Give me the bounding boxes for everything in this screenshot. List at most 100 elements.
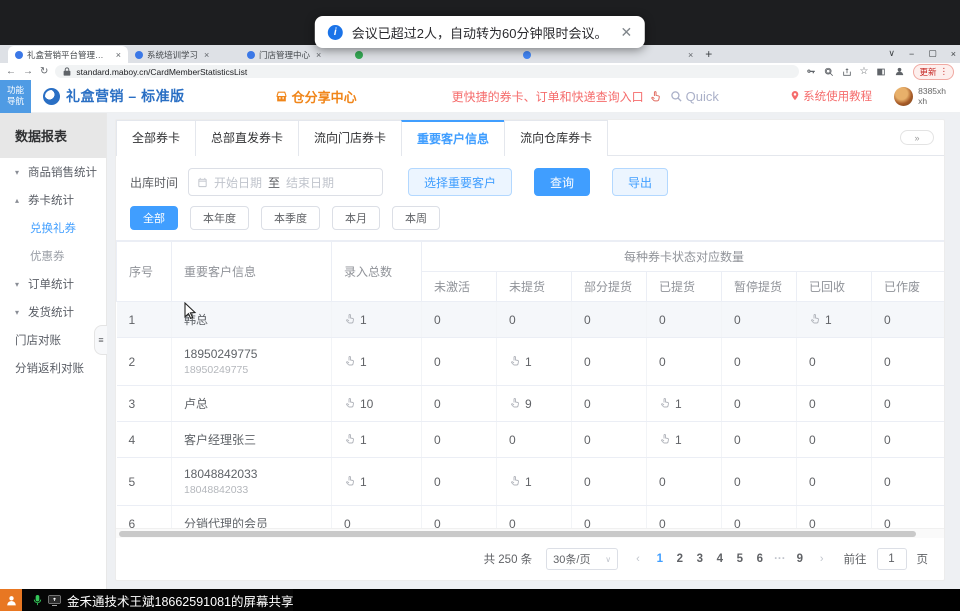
cell-seq: 3: [117, 386, 172, 422]
window-close-button[interactable]: ×: [951, 49, 956, 59]
table-row[interactable]: 3卢总100901000: [117, 386, 945, 422]
refresh-icon[interactable]: ↻: [40, 67, 48, 77]
sidebar-item-券卡统计[interactable]: ▴券卡统计: [0, 186, 106, 214]
browser-tab[interactable]: 系统培训学习×: [128, 46, 240, 63]
page-size-select[interactable]: 30条/页 ∨: [546, 548, 618, 570]
url-input[interactable]: standard.maboy.cn/CardMemberStatisticsLi…: [55, 65, 798, 78]
tab-流向门店券卡[interactable]: 流向门店券卡: [298, 120, 402, 156]
page-number[interactable]: 5: [730, 553, 750, 565]
table-row[interactable]: 6分销代理的会员00000000: [117, 506, 945, 529]
sidebar-item-商品销售统计[interactable]: ▾商品销售统计: [0, 158, 106, 186]
back-icon[interactable]: ←: [6, 67, 16, 77]
sidebar-item-发货统计[interactable]: ▾发货统计: [0, 298, 106, 326]
quick-filter-本周[interactable]: 本周: [392, 206, 440, 230]
quick-filter-本季度[interactable]: 本季度: [261, 206, 320, 230]
cell-total[interactable]: 1: [332, 338, 422, 386]
zoom-icon[interactable]: [824, 67, 834, 77]
tab-close-icon[interactable]: ×: [204, 50, 209, 60]
page-number[interactable]: 3: [690, 553, 710, 565]
app-header: 功能 导航 礼盒营销 – 标准版 仓分享中心 更快捷的券卡、订单和快递查询入口 …: [0, 80, 960, 113]
cell-total[interactable]: 10: [332, 386, 422, 422]
select-customer-button[interactable]: 选择重要客户: [408, 168, 512, 196]
window-minimize-button[interactable]: −: [909, 49, 914, 59]
next-page-button[interactable]: ›: [816, 553, 828, 565]
sidebar-item-兑换礼券[interactable]: 兑换礼券: [0, 214, 106, 242]
col-header-status: 未提货: [497, 272, 572, 302]
quick-entry-link[interactable]: 更快捷的券卡、订单和快递查询入口: [452, 88, 662, 105]
tutorial-link[interactable]: 系统使用教程: [790, 88, 872, 104]
cell-status[interactable]: 1: [647, 422, 722, 458]
share-center-link[interactable]: 仓分享中心: [275, 87, 357, 106]
cell-status[interactable]: 1: [647, 386, 722, 422]
cell-total[interactable]: 1: [332, 422, 422, 458]
share-icon[interactable]: [842, 67, 852, 77]
cell-value: 0: [434, 433, 441, 447]
bookmark-star-icon[interactable]: ☆: [860, 66, 869, 77]
browser-tab-obscured[interactable]: [516, 46, 684, 63]
tab-总部直发券卡[interactable]: 总部直发券卡: [195, 120, 299, 156]
cell-status[interactable]: 1: [497, 458, 572, 506]
table-row[interactable]: 1韩总10000010: [117, 302, 945, 338]
page-number[interactable]: 6: [750, 553, 770, 565]
browser-tab[interactable]: 门店管理中心×: [240, 46, 348, 63]
horizontal-scrollbar[interactable]: [116, 528, 944, 538]
page-number[interactable]: 9: [790, 553, 810, 565]
scrollbar-thumb[interactable]: [119, 531, 916, 537]
window-maximize-button[interactable]: ▢: [928, 48, 937, 59]
tab-重要客户信息[interactable]: 重要客户信息: [401, 120, 505, 156]
quick-filter-本月[interactable]: 本月: [332, 206, 380, 230]
user-menu[interactable]: 8385xh xh: [894, 86, 946, 106]
tab-全部券卡[interactable]: 全部券卡: [116, 120, 196, 156]
profile-icon[interactable]: [894, 66, 905, 77]
goto-page-input[interactable]: 1: [877, 548, 907, 570]
quick-filter-全部[interactable]: 全部: [130, 206, 178, 230]
cell-customer[interactable]: 客户经理张三: [172, 422, 332, 458]
sidebar-item-门店对账[interactable]: 门店对账: [0, 326, 106, 354]
side-panel-icon[interactable]: [876, 67, 886, 77]
table-row[interactable]: 2189502497751895024977510100000: [117, 338, 945, 386]
sidebar-item-分销返利对账[interactable]: 分销返利对账: [0, 354, 106, 382]
tab-close-icon[interactable]: ×: [684, 46, 697, 63]
browser-update-button[interactable]: 更新 ⋮: [913, 64, 954, 80]
browser-tab-obscured[interactable]: [348, 46, 516, 63]
tab-close-icon[interactable]: ×: [116, 50, 121, 60]
function-nav-toggle[interactable]: 功能 导航: [0, 80, 31, 113]
quick-search[interactable]: Quick: [670, 89, 719, 104]
forward-icon[interactable]: →: [23, 67, 33, 77]
tab-close-icon[interactable]: ×: [316, 50, 321, 60]
quick-filter-本年度[interactable]: 本年度: [190, 206, 249, 230]
quick-label: Quick: [686, 89, 719, 104]
table-row[interactable]: 5180488420331804884203310100000: [117, 458, 945, 506]
cell-status[interactable]: 1: [797, 302, 872, 338]
page-number[interactable]: 2: [670, 553, 690, 565]
browser-tab[interactable]: 礼盒营销平台管理中心×: [8, 46, 128, 63]
tab-search-icon[interactable]: ∨: [888, 48, 895, 59]
key-icon[interactable]: [806, 67, 816, 77]
cell-total[interactable]: 1: [332, 458, 422, 506]
notification-text: 会议已超过2人，自动转为60分钟限时会议。: [352, 23, 608, 42]
table-row[interactable]: 4客户经理张三10001000: [117, 422, 945, 458]
sidebar-item-优惠券[interactable]: 优惠券: [0, 242, 106, 270]
sidebar-item-订单统计[interactable]: ▾订单统计: [0, 270, 106, 298]
page-number[interactable]: 1: [650, 553, 670, 565]
cell-status: 0: [572, 458, 647, 506]
prev-page-button[interactable]: ‹: [632, 553, 644, 565]
cell-status[interactable]: 9: [497, 386, 572, 422]
notification-close-icon[interactable]: ✕: [620, 24, 632, 41]
cell-customer[interactable]: 1804884203318048842033: [172, 458, 332, 506]
cell-total[interactable]: 1: [332, 302, 422, 338]
search-button[interactable]: 查询: [534, 168, 590, 196]
cell-customer[interactable]: 1895024977518950249775: [172, 338, 332, 386]
cell-customer[interactable]: 分销代理的会员: [172, 506, 332, 529]
page-number[interactable]: 4: [710, 553, 730, 565]
tab-流向仓库券卡[interactable]: 流向仓库券卡: [504, 120, 608, 156]
collapse-icon[interactable]: »: [900, 130, 934, 145]
cell-customer[interactable]: 卢总: [172, 386, 332, 422]
cell-value: 0: [734, 397, 741, 411]
date-range-input[interactable]: 开始日期 至 结束日期: [188, 168, 383, 196]
cell-status[interactable]: 1: [497, 338, 572, 386]
pointer-icon: [659, 397, 671, 409]
new-tab-button[interactable]: +: [705, 46, 712, 62]
sidebar-collapse-handle[interactable]: ≡: [94, 325, 107, 355]
export-button[interactable]: 导出: [612, 168, 668, 196]
